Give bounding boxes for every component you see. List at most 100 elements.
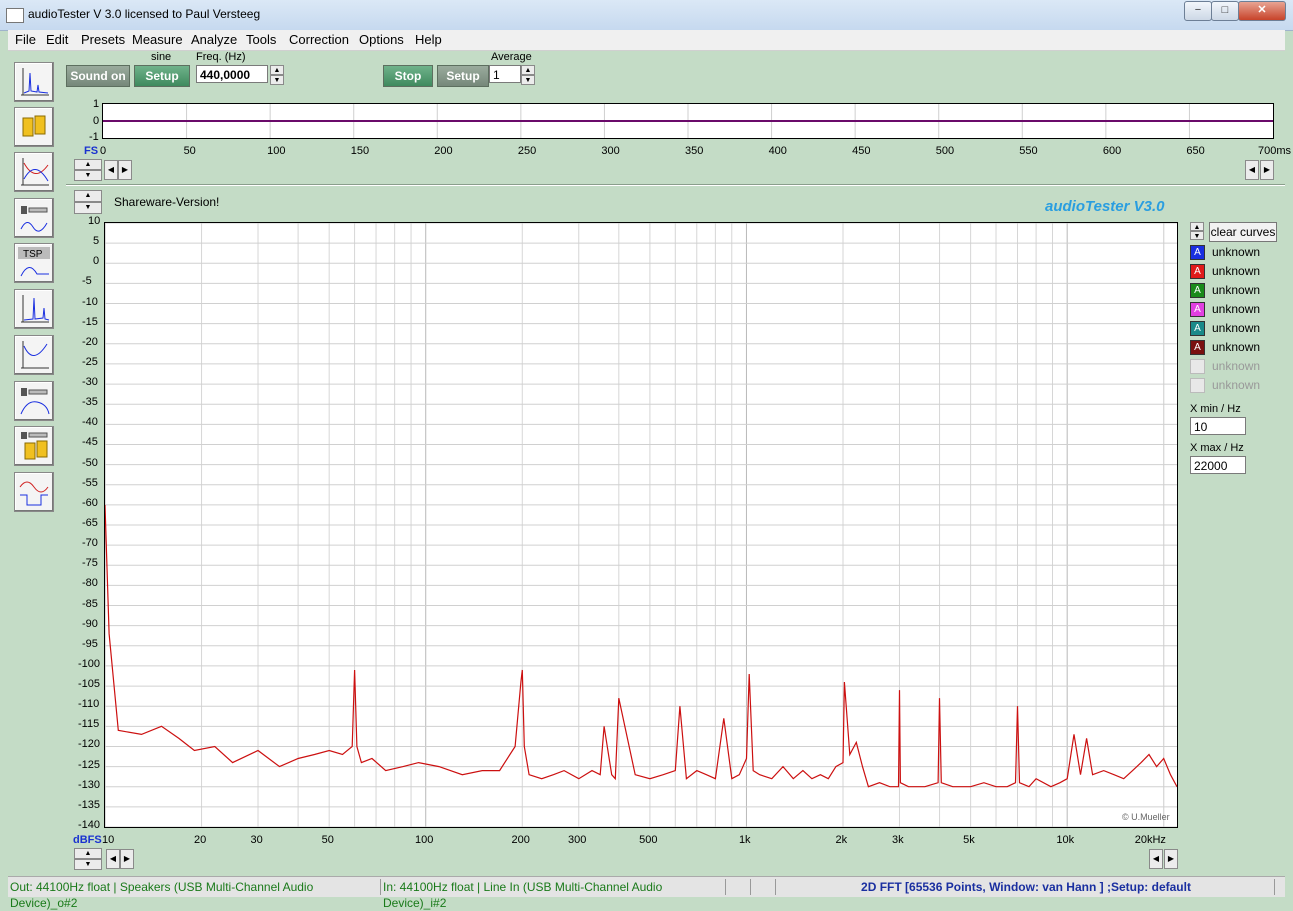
spectrum-y-tick-label: -125 [78, 758, 101, 771]
spectrum-y-tick-label: -85 [82, 597, 98, 610]
spectrum-y-tick-label: -60 [82, 496, 98, 509]
status-empty-1 [728, 879, 751, 895]
frequency-response-tool-button[interactable] [14, 152, 54, 192]
legend-color-swatch[interactable]: A [1190, 264, 1205, 279]
speaker-setup-tool-button[interactable] [14, 426, 54, 466]
scope-x-tick-label: 150 [350, 145, 370, 157]
scope-plot[interactable] [102, 103, 1274, 139]
scope-x-tick-label: 50 [183, 145, 196, 157]
spectrum-x-tick-label: 1k [738, 834, 751, 846]
copyright-label: © U.Mueller [1122, 812, 1170, 822]
spectrum-x-tick-label: 20 [194, 834, 207, 846]
scope-x-tick-label: 650 [1186, 145, 1205, 157]
spectrum-x-tick-label: 50 [321, 834, 334, 846]
frequency-up-button[interactable]: ▲ [270, 65, 284, 75]
legend-color-swatch[interactable]: A [1190, 302, 1205, 317]
spectrum-yzoom-up-button[interactable]: ▲ [74, 848, 102, 859]
legend-label: unknown [1212, 245, 1261, 259]
legend-label: unknown [1212, 302, 1261, 316]
scope-zoom-up-button[interactable]: ▲ [74, 159, 102, 170]
xmax-input[interactable]: 22000 [1190, 456, 1246, 474]
legend-up-button[interactable]: ▲ [1190, 222, 1204, 231]
spectrum-y-tick-label: -5 [82, 275, 92, 288]
menu-correction[interactable]: Correction [289, 32, 349, 47]
frequency-input[interactable]: 440,0000 [196, 65, 268, 83]
status-output-device: Out: 44100Hz float | Speakers (USB Multi… [10, 879, 381, 910]
fft-icon [21, 295, 50, 323]
scope-scroll-right-button[interactable]: ▶ [118, 160, 132, 180]
spectrum-y-tick-label: 0 [93, 255, 100, 268]
spectrum-tool-button[interactable] [14, 62, 54, 102]
spectrum-y-tick-label: -55 [82, 476, 98, 489]
spectrum-y-tick-label: -90 [82, 617, 98, 630]
legend-color-swatch[interactable]: A [1190, 245, 1205, 260]
clear-curves-button[interactable]: clear curves [1209, 222, 1277, 242]
menu-help[interactable]: Help [415, 32, 442, 47]
average-down-button[interactable]: ▼ [521, 75, 535, 85]
spectrum-zoom-down-button[interactable]: ▼ [74, 202, 102, 214]
average-up-button[interactable]: ▲ [521, 65, 535, 75]
scope-x-tick-label: 250 [517, 145, 537, 157]
xmin-input[interactable]: 10 [1190, 417, 1246, 435]
generator-setup-button[interactable]: Setup [134, 65, 190, 87]
highpass-tool-button[interactable] [14, 335, 54, 375]
legend-color-swatch[interactable]: A [1190, 321, 1205, 336]
close-button[interactable]: ✕ [1238, 1, 1286, 21]
stop-button[interactable]: Stop [383, 65, 433, 87]
spectrum-x-tick-label: 300 [568, 834, 587, 846]
spectrum-scroll-left-button-2[interactable]: ◀ [1149, 849, 1163, 869]
waveform-icon [19, 481, 49, 506]
legend-color-swatch[interactable] [1190, 378, 1205, 393]
scope-x-tick-label: 100 [267, 145, 286, 157]
average-input[interactable]: 1 [489, 65, 521, 83]
scope-scroll-left-button[interactable]: ◀ [104, 160, 118, 180]
menu-tools[interactable]: Tools [246, 32, 276, 47]
maximize-button[interactable]: □ [1211, 1, 1239, 21]
spectrum-y-tick-label: -115 [78, 718, 100, 731]
fft-tool-button[interactable] [14, 289, 54, 329]
spectrum-plot[interactable] [104, 222, 1178, 828]
generator-tool-button[interactable] [14, 107, 54, 147]
spectrum-x-tick-label: 200 [511, 834, 530, 846]
impedance-tool-button[interactable] [14, 198, 54, 238]
spectrum-x-tick-label: 20kHz [1134, 834, 1166, 846]
spectrum-x-tick-label: 100 [414, 834, 434, 846]
scope-scroll-right-button-2[interactable]: ▶ [1260, 160, 1274, 180]
menu-edit[interactable]: Edit [46, 32, 68, 47]
menu-file[interactable]: File [15, 32, 36, 47]
spectrum-icon [21, 68, 49, 96]
frequency-down-button[interactable]: ▼ [270, 75, 284, 85]
menu-presets[interactable]: Presets [81, 32, 125, 47]
brand-label: audioTester V3.0 [1045, 198, 1165, 215]
scope-x-tick-label: 700ms [1258, 145, 1292, 157]
menu-measure[interactable]: Measure [132, 32, 183, 47]
minimize-button[interactable]: − [1184, 1, 1212, 21]
tsp-tool-button[interactable]: TSP [14, 243, 54, 283]
oscilloscope-tool-button[interactable] [14, 472, 54, 512]
legend-down-button[interactable]: ▼ [1190, 231, 1204, 240]
response-icon [21, 158, 49, 186]
scope-zoom-down-button[interactable]: ▼ [74, 170, 102, 181]
speaker-wave-icon [20, 206, 48, 232]
spectrum-scroll-right-button-2[interactable]: ▶ [1164, 849, 1178, 869]
spectrum-x-tick-label: 3k [891, 834, 904, 846]
legend-color-swatch[interactable]: A [1190, 340, 1205, 355]
menu-analyze[interactable]: Analyze [191, 32, 237, 47]
scope-x-tick-label: 450 [852, 145, 871, 157]
spectrum-yzoom-down-button[interactable]: ▼ [74, 859, 102, 870]
spectrum-y-tick-label: -10 [82, 295, 98, 308]
legend-color-swatch[interactable] [1190, 359, 1205, 374]
spectrum-zoom-up-button[interactable]: ▲ [74, 190, 102, 202]
speaker-response-tool-button[interactable] [14, 381, 54, 421]
spectrum-y-tick-label: -65 [82, 517, 98, 529]
spectrum-y-tick-label: -30 [82, 376, 98, 389]
capture-setup-button[interactable]: Setup [437, 65, 489, 87]
spectrum-y-tick-label: -45 [82, 436, 98, 449]
menu-options[interactable]: Options [359, 32, 404, 47]
spectrum-y-tick-label: -75 [82, 557, 98, 570]
legend-color-swatch[interactable]: A [1190, 283, 1205, 298]
sound-on-button[interactable]: Sound on [66, 65, 130, 87]
spectrum-scroll-right-button[interactable]: ▶ [120, 849, 134, 869]
scope-scroll-left-button-2[interactable]: ◀ [1245, 160, 1259, 180]
spectrum-scroll-left-button[interactable]: ◀ [106, 849, 120, 869]
